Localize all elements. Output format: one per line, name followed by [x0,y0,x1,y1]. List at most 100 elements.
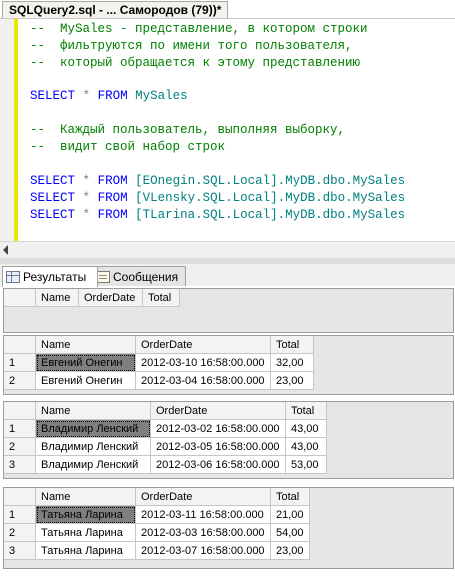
object-name: MySales [135,89,188,103]
table-cell[interactable]: Владимир Ленский [36,456,151,474]
table-cell[interactable]: 54,00 [271,524,310,542]
table-cell[interactable]: 2012-03-07 16:58:00.000 [136,542,271,560]
row-number[interactable]: 1 [4,420,36,438]
table-cell[interactable]: 2012-03-04 16:58:00.000 [136,372,271,390]
table-cell[interactable]: 23,00 [271,372,314,390]
keyword: SELECT [30,191,76,205]
table-row[interactable]: 2 Владимир Ленский 2012-03-05 16:58:00.0… [4,438,327,456]
tab-messages[interactable]: Сообщения [92,266,186,286]
row-number-header [4,402,36,420]
code-line: -- видит свой набор строк [30,140,226,154]
column-header[interactable]: OrderDate [79,289,143,307]
horizontal-scrollbar[interactable] [0,241,455,259]
document-tab-bar: SQLQuery2.sql - ... Самородов (79))* [0,0,455,19]
sql-editor[interactable]: -- MySales - представление, в котором ст… [0,19,455,241]
tab-results-label: Результаты [23,270,87,284]
table-row[interactable]: 2 Евгений Онегин 2012-03-04 16:58:00.000… [4,372,314,390]
changed-lines-marker [14,19,18,241]
code-line: -- фильтруются по имени того пользовател… [30,39,353,53]
table-row[interactable]: 2 Татьяна Ларина 2012-03-03 16:58:00.000… [4,524,310,542]
code-line: -- Каждый пользователь, выполняя выборку… [30,123,346,137]
keyword: SELECT [30,208,76,222]
table-cell[interactable]: 23,00 [271,542,310,560]
table-cell[interactable]: Евгений Онегин [36,354,136,372]
row-number[interactable]: 2 [4,438,36,456]
table-cell[interactable]: 43,00 [286,438,327,456]
tab-results[interactable]: Результаты [2,266,98,287]
keyword: FROM [97,89,128,103]
result-grid-empty[interactable]: Name OrderDate Total [3,288,454,333]
table-cell[interactable]: 53,00 [286,456,327,474]
row-number[interactable]: 1 [4,354,36,372]
table-row[interactable]: 1 Татьяна Ларина 2012-03-11 16:58:00.000… [4,506,310,524]
keyword: FROM [97,208,128,222]
row-number[interactable]: 3 [4,542,36,560]
table-cell[interactable]: Татьяна Ларина [36,506,136,524]
document-tab[interactable]: SQLQuery2.sql - ... Самородов (79))* [2,1,229,18]
grid-header-row: Name OrderDate Total [4,488,310,506]
table-cell[interactable]: Татьяна Ларина [36,524,136,542]
table-cell[interactable]: 2012-03-05 16:58:00.000 [151,438,286,456]
table-cell[interactable]: 21,00 [271,506,310,524]
keyword: FROM [97,191,128,205]
table-cell[interactable]: 43,00 [286,420,327,438]
table-cell[interactable]: 2012-03-11 16:58:00.000 [136,506,271,524]
row-number[interactable]: 3 [4,456,36,474]
column-header[interactable]: Total [271,488,310,506]
object-name: [TLarina.SQL.Local].MyDB.dbo.MySales [135,208,406,222]
row-number[interactable]: 2 [4,372,36,390]
code-line: SELECT * FROM [TLarina.SQL.Local].MyDB.d… [30,207,405,224]
messages-icon [96,270,110,283]
column-header[interactable]: Name [36,289,79,307]
keyword: FROM [97,174,128,188]
grid-icon [6,271,20,283]
table-cell[interactable]: 2012-03-02 16:58:00.000 [151,420,286,438]
table-row[interactable]: 1 Владимир Ленский 2012-03-02 16:58:00.0… [4,420,327,438]
table-row[interactable]: 3 Владимир Ленский 2012-03-06 16:58:00.0… [4,456,327,474]
grid-header-row: Name OrderDate Total [4,402,327,420]
column-header[interactable]: Name [36,336,136,354]
row-number[interactable]: 2 [4,524,36,542]
code-line: SELECT * FROM [EOnegin.SQL.Local].MyDB.d… [30,173,405,190]
column-header[interactable]: OrderDate [136,336,271,354]
column-header[interactable]: OrderDate [151,402,286,420]
column-header[interactable]: Name [36,402,151,420]
object-name: [EOnegin.SQL.Local].MyDB.dbo.MySales [135,174,406,188]
object-name: [VLensky.SQL.Local].MyDB.dbo.MySales [135,191,406,205]
table-row[interactable]: 1 Евгений Онегин 2012-03-10 16:58:00.000… [4,354,314,372]
operator: * [82,89,91,103]
results-tab-strip: Результаты Сообщения [0,264,455,287]
code-line: SELECT * FROM MySales [30,88,188,105]
keyword: SELECT [30,174,76,188]
column-header[interactable]: Name [36,488,136,506]
column-header[interactable]: Total [271,336,314,354]
editor-gutter [0,19,14,241]
grid-header-row: Name OrderDate Total [4,336,314,354]
operator: * [82,191,91,205]
table-cell[interactable]: 2012-03-10 16:58:00.000 [136,354,271,372]
table-cell[interactable]: Татьяна Ларина [36,542,136,560]
keyword: SELECT [30,89,76,103]
table-cell[interactable]: Евгений Онегин [36,372,136,390]
row-number-header [4,289,36,307]
table-cell[interactable]: Владимир Ленский [36,420,151,438]
result-grid[interactable]: Name OrderDate Total 1 Татьяна Ларина 20… [3,487,454,569]
tab-messages-label: Сообщения [113,269,179,284]
result-grid[interactable]: Name OrderDate Total 1 Евгений Онегин 20… [3,335,454,395]
row-number[interactable]: 1 [4,506,36,524]
column-header[interactable]: OrderDate [136,488,271,506]
table-cell[interactable]: Владимир Ленский [36,438,151,456]
result-grid[interactable]: Name OrderDate Total 1 Владимир Ленский … [3,401,454,479]
table-row[interactable]: 3 Татьяна Ларина 2012-03-07 16:58:00.000… [4,542,310,560]
code-line: -- который обращается к этому представле… [30,56,361,70]
column-header[interactable]: Total [143,289,180,307]
column-header[interactable]: Total [286,402,327,420]
table-cell[interactable]: 2012-03-03 16:58:00.000 [136,524,271,542]
results-pane: Name OrderDate Total Name OrderDate Tota… [0,286,455,577]
table-cell[interactable]: 32,00 [271,354,314,372]
operator: * [82,208,91,222]
row-number-header [4,488,36,506]
scroll-left-icon[interactable] [3,245,8,255]
operator: * [82,174,91,188]
table-cell[interactable]: 2012-03-06 16:58:00.000 [151,456,286,474]
